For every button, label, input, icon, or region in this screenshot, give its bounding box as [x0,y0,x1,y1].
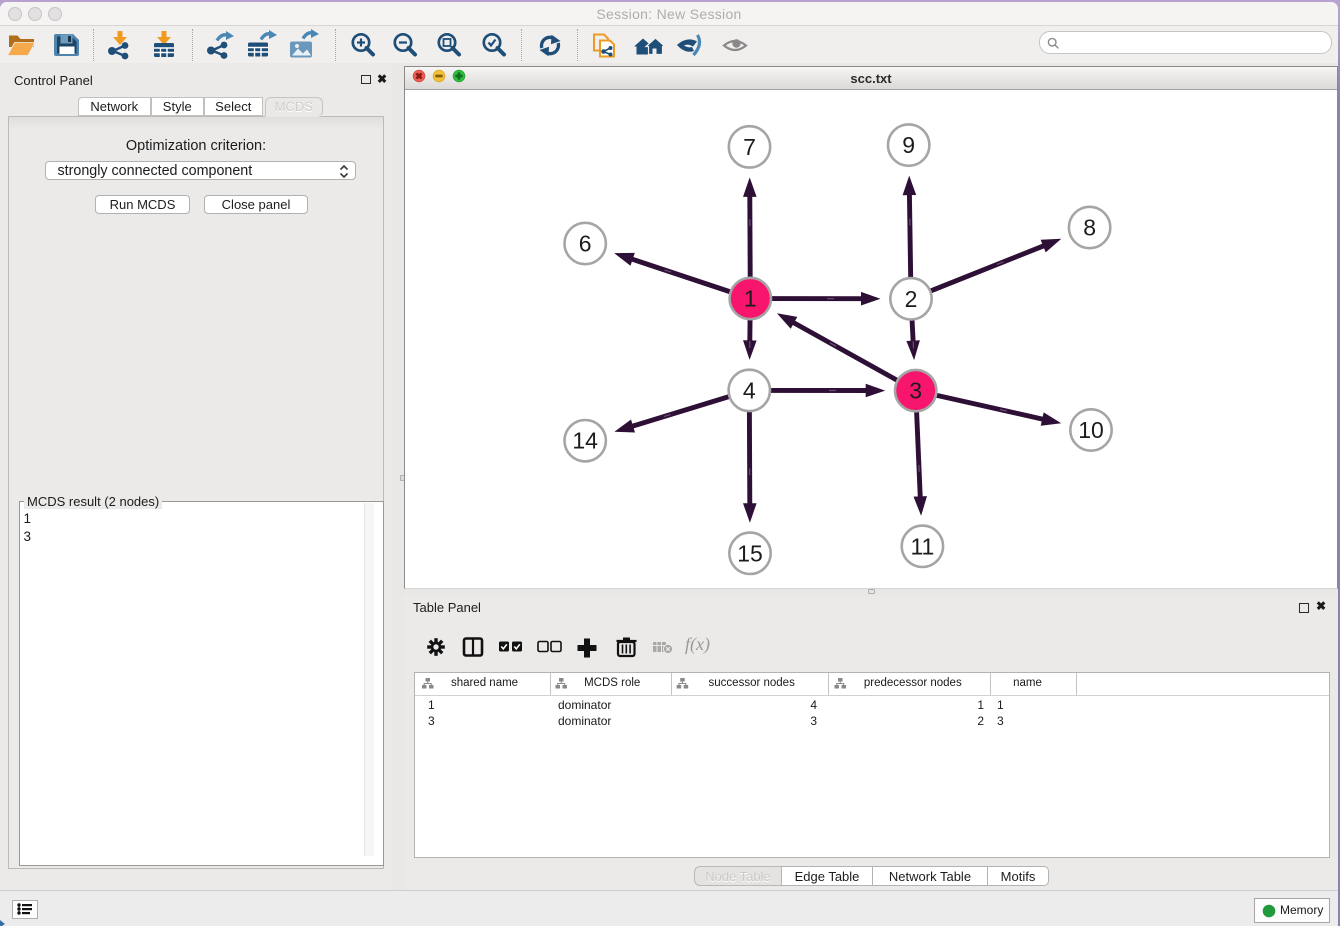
svg-text:3: 3 [909,378,922,404]
svg-text:8: 8 [1083,215,1096,241]
svg-text:1: 1 [744,286,757,312]
svg-text:2: 2 [905,286,918,312]
svg-text:9: 9 [902,132,915,158]
svg-text:10: 10 [1078,417,1104,443]
svg-text:11: 11 [910,533,934,559]
svg-text:4: 4 [743,377,756,403]
svg-text:15: 15 [737,540,763,566]
svg-text:6: 6 [579,231,592,257]
svg-text:7: 7 [743,134,756,160]
svg-text:14: 14 [572,428,598,454]
